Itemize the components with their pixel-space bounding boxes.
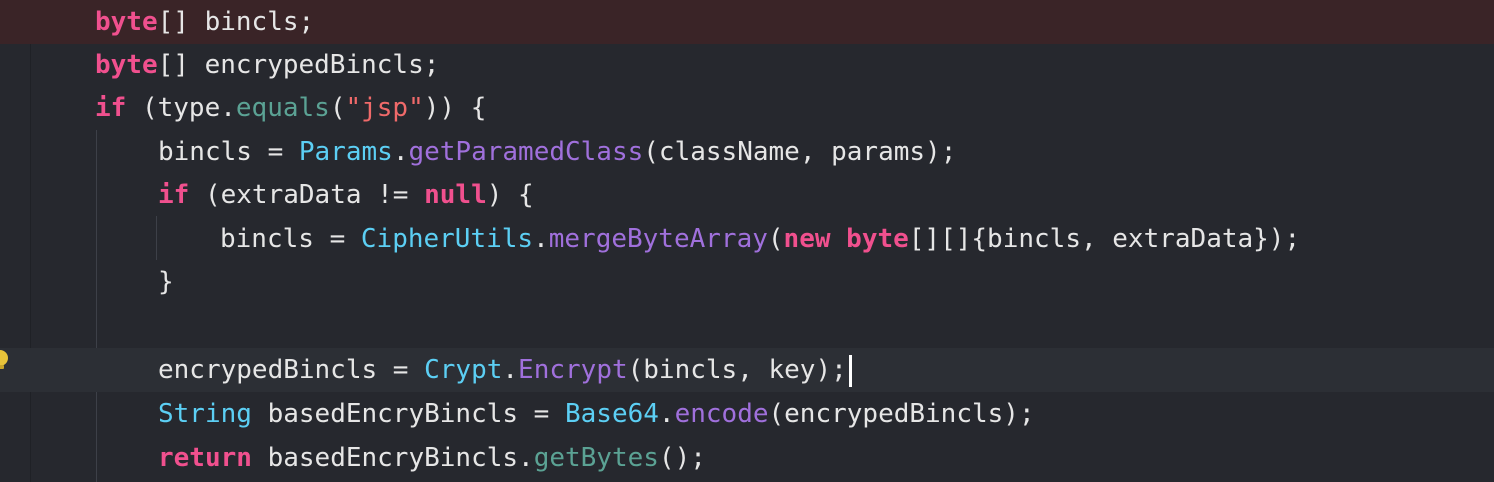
code-token: ) { <box>486 180 534 210</box>
current-code-line[interactable]: encrypedBincls = Crypt.Encrypt(bincls, k… <box>0 348 1494 392</box>
code-token: Params <box>298 137 393 167</box>
code-line[interactable]: if (extraData != null) { <box>0 173 1494 217</box>
code-token: ( <box>767 224 784 254</box>
code-token: (encrypedBincls); <box>768 399 1035 429</box>
code-token: (bincls, key); <box>627 355 847 385</box>
code-text: } <box>158 260 174 304</box>
code-line[interactable]: byte[] encrypedBincls; <box>0 43 1494 87</box>
code-token: [][]{bincls, extraData}); <box>908 224 1301 254</box>
code-token: mergeByteArray <box>548 224 768 254</box>
code-line[interactable] <box>0 304 1494 348</box>
code-token: (type. <box>126 93 236 123</box>
code-token: return <box>158 443 252 473</box>
code-token: (className, params); <box>643 137 957 167</box>
code-token: . <box>658 399 675 429</box>
code-text: String basedEncryBincls = Base64.encode(… <box>158 392 1035 436</box>
code-token: Crypt <box>424 355 503 385</box>
code-token: CipherUtils <box>360 224 534 254</box>
code-token: (extraData != <box>189 180 425 210</box>
code-text: if (extraData != null) { <box>158 173 534 217</box>
code-token: ( <box>329 93 346 123</box>
code-token: Encrypt <box>518 355 628 385</box>
code-line[interactable]: } <box>0 260 1494 304</box>
code-text: encrypedBincls = Crypt.Encrypt(bincls, k… <box>158 348 852 392</box>
code-token: basedEncryBincls = <box>251 399 565 429</box>
code-token: } <box>158 267 174 297</box>
code-token: new byte <box>783 224 909 254</box>
code-line[interactable]: byte[] bincls; <box>0 0 1494 44</box>
code-line[interactable]: bincls = CipherUtils.mergeByteArray(new … <box>0 217 1494 261</box>
code-token: equals <box>235 93 330 123</box>
code-token: . <box>502 355 519 385</box>
code-text: if (type.equals("jsp")) { <box>95 86 486 130</box>
code-token: . <box>533 224 549 254</box>
code-text: bincls = CipherUtils.mergeByteArray(new … <box>220 217 1300 261</box>
code-line[interactable]: if (type.equals("jsp")) { <box>0 86 1494 130</box>
code-token: bincls = <box>158 137 299 167</box>
code-line[interactable]: return basedEncryBincls.getBytes(); <box>0 436 1494 480</box>
code-text: bincls = Params.getParamedClass(classNam… <box>158 130 956 174</box>
code-token: null <box>424 180 487 210</box>
code-token: Base64 <box>565 399 659 429</box>
code-token: getParamedClass <box>408 137 644 167</box>
lightbulb-icon[interactable] <box>0 350 10 372</box>
code-token: getBytes <box>533 443 659 473</box>
code-token: byte <box>95 50 158 80</box>
code-token: (); <box>658 443 706 473</box>
code-token: basedEncryBincls. <box>251 443 534 473</box>
code-token: . <box>392 137 409 167</box>
code-line[interactable]: bincls = Params.getParamedClass(classNam… <box>0 130 1494 174</box>
code-token: if <box>95 93 127 123</box>
code-token: String <box>158 399 252 429</box>
code-token: bincls = <box>220 224 361 254</box>
code-text: return basedEncryBincls.getBytes(); <box>158 436 706 480</box>
code-token: if <box>158 180 190 210</box>
code-line[interactable]: String basedEncryBincls = Base64.encode(… <box>0 392 1494 436</box>
code-token: [] bincls; <box>157 7 315 37</box>
code-token: encrypedBincls = <box>158 355 425 385</box>
code-token: [] encrypedBincls; <box>157 50 440 80</box>
code-text: byte[] bincls; <box>95 0 314 44</box>
code-editor[interactable]: byte[] bincls; byte[] encrypedBincls; if… <box>0 0 1494 482</box>
code-token: byte <box>95 7 158 37</box>
code-token: "jsp" <box>345 93 424 123</box>
code-text: byte[] encrypedBincls; <box>95 43 439 87</box>
text-cursor <box>848 354 852 387</box>
code-token: encode <box>674 399 769 429</box>
code-token: )) { <box>423 93 487 123</box>
